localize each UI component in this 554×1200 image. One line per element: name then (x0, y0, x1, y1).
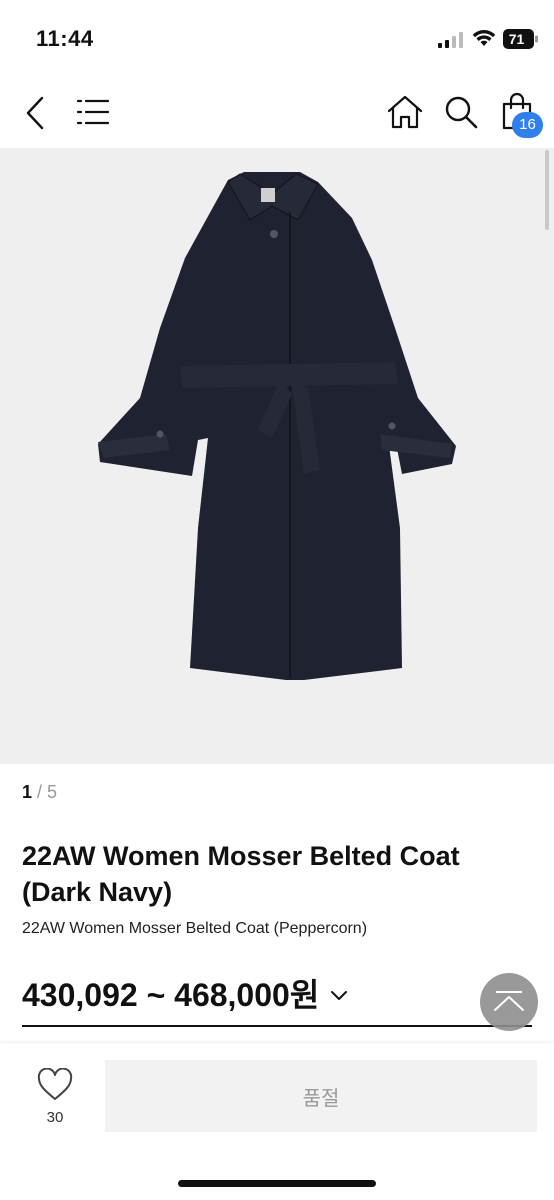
product-price: 430,092 ~ 468,000원 (22, 977, 320, 1013)
product-subtitle: 22AW Women Mosser Belted Coat (Peppercor… (22, 920, 368, 937)
heart-icon (37, 1067, 73, 1100)
battery-level: 71 (509, 31, 525, 47)
sold-out-button[interactable]: 품절 (105, 1060, 537, 1132)
coat-image (98, 172, 456, 680)
product-image[interactable] (0, 148, 554, 764)
back-arrow-icon[interactable] (24, 96, 46, 130)
home-icon[interactable] (386, 94, 424, 130)
scroll-to-top-button[interactable] (480, 973, 538, 1031)
price-divider (22, 1025, 532, 1027)
menu-list-icon[interactable] (76, 98, 110, 126)
chevron-down-icon[interactable] (329, 989, 349, 1003)
cart-count-badge: 16 (512, 112, 543, 138)
image-counter-total: 5 (47, 782, 58, 802)
image-counter-separator: / (32, 782, 48, 802)
page-scrollbar[interactable] (545, 150, 549, 230)
arrow-up-icon (494, 991, 524, 1011)
image-counter-current: 1 (22, 782, 33, 802)
top-navigation (0, 80, 554, 148)
price-row[interactable]: 430,092 ~ 468,000원 (22, 970, 349, 1016)
status-time: 11:44 (36, 26, 94, 51)
image-counter: 1 / 5 (22, 782, 57, 803)
home-indicator (178, 1180, 376, 1187)
product-title: 22AW Women Mosser Belted Coat (Dark Navy… (22, 841, 460, 907)
wishlist-button[interactable]: 30 (36, 1067, 74, 1126)
wifi-icon (472, 30, 496, 46)
status-bar: 11:44 71 (0, 0, 554, 80)
cellular-signal-icon (438, 32, 463, 48)
search-icon[interactable] (443, 94, 479, 130)
wishlist-count: 30 (46, 1109, 64, 1126)
battery-icon: 71 (503, 29, 538, 49)
